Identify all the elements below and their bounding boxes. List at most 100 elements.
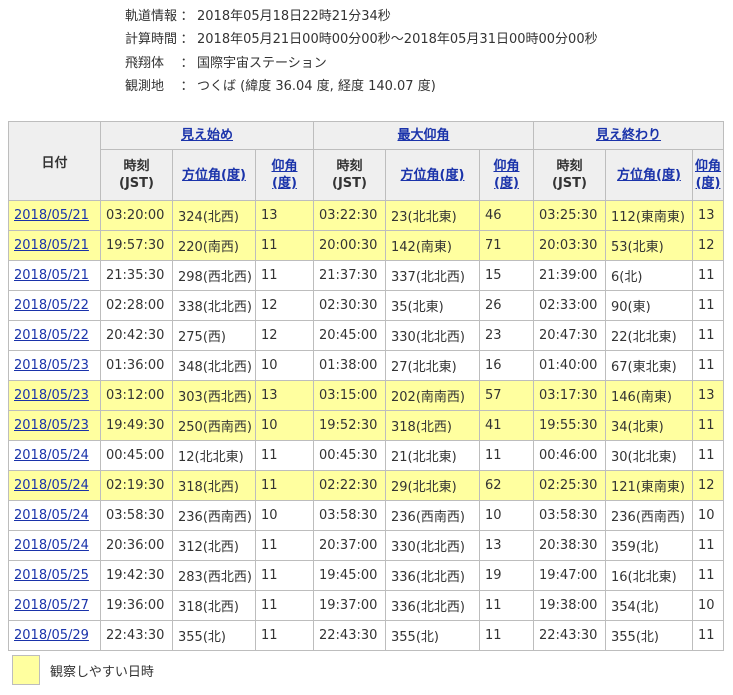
max-azimuth-cell: 202(南南西) [385, 380, 480, 411]
rise-azimuth-cell: 355(北) [172, 620, 256, 651]
date-link[interactable]: 2018/05/27 [14, 598, 89, 613]
max-azimuth-cell: 318(北西) [385, 410, 480, 441]
rise-time-cell: 19:57:30 [100, 230, 173, 261]
date-link[interactable]: 2018/05/23 [14, 388, 89, 403]
azimuth-header-link[interactable]: 方位角(度) [617, 168, 681, 183]
max-azimuth-cell: 336(北北西) [385, 590, 480, 621]
rise-azimuth-cell: 12(北北東) [172, 440, 256, 471]
elevation-header-line2[interactable]: (度) [694, 175, 723, 192]
set-time-cell: 00:46:00 [533, 440, 606, 471]
set-group-link[interactable]: 見え終わり [596, 128, 661, 143]
time-header-line1: 時刻 [336, 159, 363, 174]
date-link[interactable]: 2018/05/24 [14, 448, 89, 463]
azimuth-header-link[interactable]: 方位角(度) [401, 168, 465, 183]
info-value: 国際宇宙ステーション [197, 55, 327, 71]
rise-elevation-cell: 10 [255, 500, 314, 531]
rise-azimuth-cell: 250(西南西) [172, 410, 256, 441]
date-cell: 2018/05/21 [8, 200, 101, 231]
rise-azimuth-cell: 220(南西) [172, 230, 256, 261]
rise-azimuth-cell: 275(西) [172, 320, 256, 351]
max-azimuth-cell: 23(北北東) [385, 200, 480, 231]
rise-time-cell: 03:12:00 [100, 380, 173, 411]
set-time-cell: 21:39:00 [533, 260, 606, 291]
max-elevation-cell: 10 [479, 500, 534, 531]
rise-time-cell: 19:49:30 [100, 410, 173, 441]
set-elevation-cell: 11 [691, 530, 725, 561]
rise-group-link[interactable]: 見え始め [181, 128, 233, 143]
date-link[interactable]: 2018/05/21 [14, 268, 89, 283]
max-time-cell: 02:30:30 [313, 290, 386, 321]
date-link[interactable]: 2018/05/24 [14, 538, 89, 553]
max-elevation-cell: 46 [479, 200, 534, 231]
rise-azimuth-cell: 298(西北西) [172, 260, 256, 291]
rise-azimuth-cell: 318(北西) [172, 590, 256, 621]
set-elevation-cell: 10 [691, 500, 725, 531]
set-time-cell: 22:43:30 [533, 620, 606, 651]
time-header: 時刻 (JST) [313, 149, 386, 201]
set-elevation-cell: 11 [691, 440, 725, 471]
set-time-cell: 03:25:30 [533, 200, 606, 231]
set-azimuth-cell: 121(東南東) [605, 470, 693, 501]
info-label: 計算時間 [125, 32, 178, 48]
max-elevation-group-link[interactable]: 最大仰角 [397, 128, 449, 143]
rise-azimuth-cell: 348(北北西) [172, 350, 256, 381]
rise-elevation-cell: 11 [255, 440, 314, 471]
set-azimuth-cell: 112(東南東) [605, 200, 693, 231]
pass-rows: 2018/05/21 03:20:00 324(北西) 13 03:22:30 23(北北… [8, 200, 725, 651]
highlight-swatch [12, 655, 40, 685]
date-link[interactable]: 2018/05/22 [14, 298, 89, 313]
date-link[interactable]: 2018/05/24 [14, 478, 89, 493]
set-azimuth-cell: 67(東北東) [605, 350, 693, 381]
max-time-cell: 03:22:30 [313, 200, 386, 231]
elevation-header: 仰角 (度) [479, 149, 534, 201]
date-cell: 2018/05/24 [8, 530, 101, 561]
rise-elevation-cell: 10 [255, 410, 314, 441]
table-row: 2018/05/29 22:43:30 355(北) 11 22:43:30 355(北)… [8, 620, 725, 651]
date-link[interactable]: 2018/05/25 [14, 568, 89, 583]
date-link[interactable]: 2018/05/22 [14, 328, 89, 343]
set-elevation-cell: 11 [691, 350, 725, 381]
date-link[interactable]: 2018/05/23 [14, 418, 89, 433]
date-link[interactable]: 2018/05/23 [14, 358, 89, 373]
max-elevation-cell: 26 [479, 290, 534, 321]
elevation-header-line1[interactable]: 仰角 [257, 158, 313, 175]
orbit-info: 軌道情報： 2018年05月18日22時21分34秒 計算時間： 2018年05月2… [125, 5, 725, 99]
group-header-max: 最大仰角 [313, 121, 534, 150]
rise-time-cell: 20:36:00 [100, 530, 173, 561]
rise-elevation-cell: 11 [255, 260, 314, 291]
max-azimuth-cell: 35(北東) [385, 290, 480, 321]
rise-azimuth-cell: 283(西北西) [172, 560, 256, 591]
set-time-cell: 03:58:30 [533, 500, 606, 531]
rise-elevation-cell: 11 [255, 530, 314, 561]
max-azimuth-cell: 337(北北西) [385, 260, 480, 291]
table-row: 2018/05/27 19:36:00 318(北西) 11 19:37:00 336(北… [8, 590, 725, 621]
elevation-header-line1[interactable]: 仰角 [481, 158, 533, 175]
date-cell: 2018/05/22 [8, 320, 101, 351]
max-azimuth-cell: 27(北北東) [385, 350, 480, 381]
set-elevation-cell: 13 [691, 380, 725, 411]
date-link[interactable]: 2018/05/21 [14, 208, 89, 223]
info-colon: ： [180, 79, 194, 95]
elevation-header-line1[interactable]: 仰角 [694, 158, 723, 175]
max-time-cell: 01:38:00 [313, 350, 386, 381]
max-elevation-cell: 11 [479, 590, 534, 621]
elevation-header-line2[interactable]: (度) [481, 175, 533, 192]
date-link[interactable]: 2018/05/29 [14, 628, 89, 643]
elevation-header: 仰角 (度) [255, 149, 314, 201]
azimuth-header-link[interactable]: 方位角(度) [182, 168, 246, 183]
set-time-cell: 19:55:30 [533, 410, 606, 441]
info-value: つくば (緯度 36.04 度, 経度 140.07 度) [197, 79, 436, 95]
elevation-header-line2[interactable]: (度) [257, 175, 313, 192]
rise-azimuth-cell: 318(北西) [172, 470, 256, 501]
max-azimuth-cell: 355(北) [385, 620, 480, 651]
set-azimuth-cell: 359(北) [605, 530, 693, 561]
date-link[interactable]: 2018/05/24 [14, 508, 89, 523]
date-cell: 2018/05/24 [8, 440, 101, 471]
date-link[interactable]: 2018/05/21 [14, 238, 89, 253]
table-row: 2018/05/23 19:49:30 250(西南西) 10 19:52:30 318(… [8, 410, 725, 441]
set-azimuth-cell: 34(北東) [605, 410, 693, 441]
date-cell: 2018/05/23 [8, 350, 101, 381]
azimuth-header: 方位角(度) [385, 149, 480, 201]
max-azimuth-cell: 21(北北東) [385, 440, 480, 471]
date-cell: 2018/05/27 [8, 590, 101, 621]
